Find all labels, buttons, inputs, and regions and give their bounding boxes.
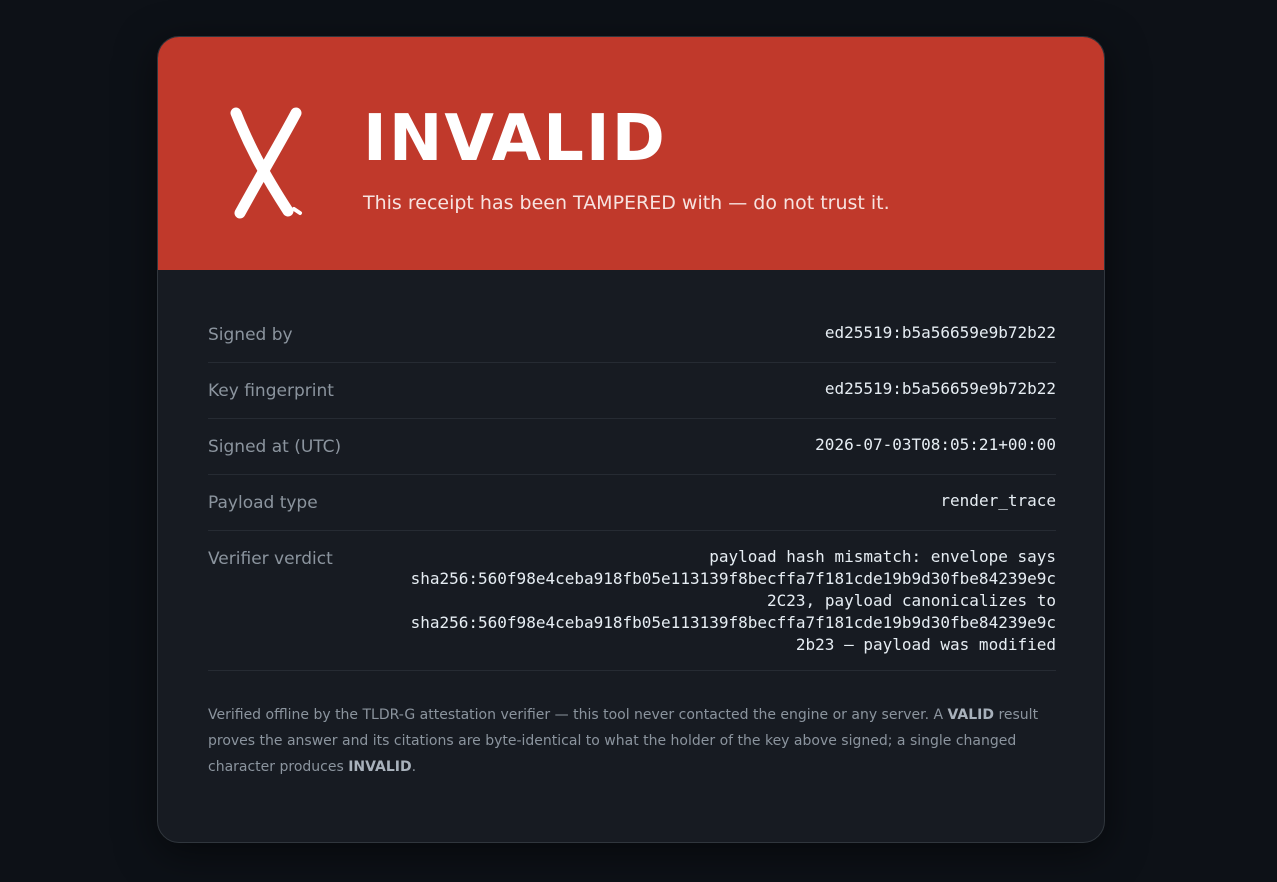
- detail-row-verifier-verdict: Verifier verdict payload hash mismatch: …: [208, 531, 1056, 671]
- detail-row-payload-type: Payload type render_trace: [208, 475, 1056, 531]
- detail-label: Signed by: [208, 325, 293, 345]
- detail-label: Key fingerprint: [208, 381, 334, 401]
- status-banner: INVALID This receipt has been TAMPERED w…: [158, 37, 1104, 270]
- detail-value: ed25519:b5a56659e9b72b22: [824, 379, 1056, 398]
- detail-label: Payload type: [208, 493, 318, 513]
- status-subtitle: This receipt has been TAMPERED with — do…: [363, 192, 890, 214]
- note-valid-word: VALID: [947, 707, 994, 723]
- note-text-3: .: [411, 759, 417, 775]
- verification-note: Verified offline by the TLDR-G attestati…: [208, 702, 1068, 780]
- note-invalid-word: INVALID: [348, 759, 412, 775]
- detail-value: ed25519:b5a56659e9b72b22: [824, 323, 1056, 342]
- detail-value: render_trace: [940, 491, 1056, 510]
- receipt-card: INVALID This receipt has been TAMPERED w…: [157, 36, 1105, 843]
- status-title: INVALID: [363, 102, 667, 176]
- verdict-value: payload hash mismatch: envelope says sha…: [410, 547, 1056, 654]
- detail-value: 2026-07-03T08:05:21+00:00: [815, 435, 1056, 454]
- note-text-1: Verified offline by the TLDR-G attestati…: [208, 707, 948, 723]
- detail-row-signed-by: Signed by ed25519:b5a56659e9b72b22: [208, 307, 1056, 363]
- detail-label: Signed at (UTC): [208, 437, 342, 457]
- detail-row-signed-at: Signed at (UTC) 2026-07-03T08:05:21+00:0…: [208, 419, 1056, 475]
- details-list: Signed by ed25519:b5a56659e9b72b22 Key f…: [208, 307, 1056, 671]
- detail-row-key-fingerprint: Key fingerprint ed25519:b5a56659e9b72b22: [208, 363, 1056, 419]
- detail-label: Verifier verdict: [208, 549, 333, 569]
- x-mark-icon: [230, 107, 302, 219]
